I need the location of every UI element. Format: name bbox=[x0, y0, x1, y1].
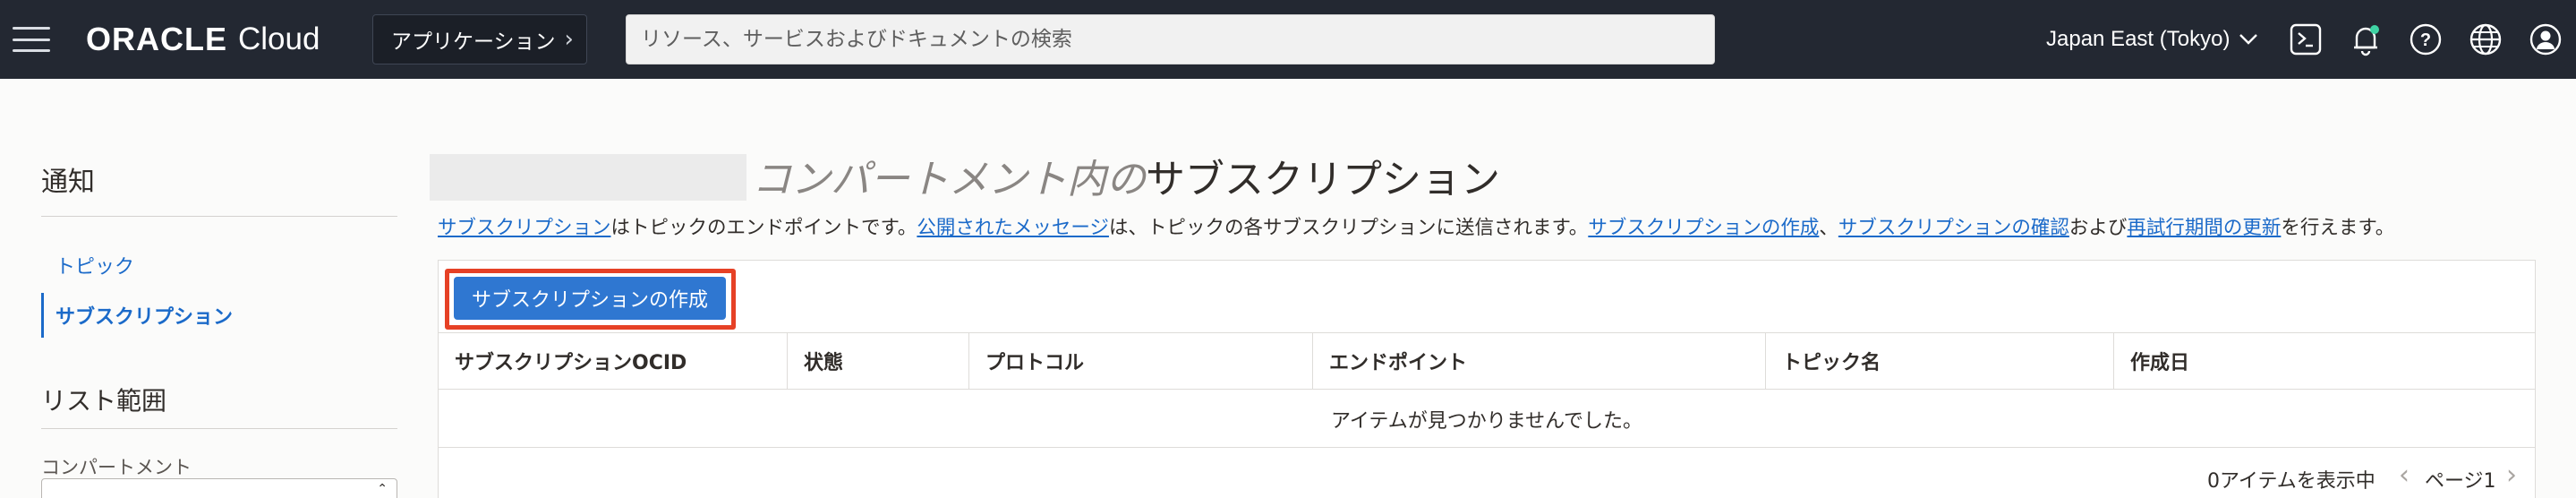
item-count: 0アイテムを表示中 bbox=[2207, 470, 2376, 493]
column-header-ocid[interactable]: サブスクリプションOCID bbox=[439, 333, 788, 389]
page-title-prefix: コンパートメント内の bbox=[752, 157, 1146, 202]
sidebar-title: 通知 bbox=[41, 167, 95, 198]
page-title: コンパートメント内のサブスクリプション bbox=[752, 147, 1500, 204]
region-label: Japan East (Tokyo) bbox=[2046, 27, 2231, 51]
applications-button[interactable]: アプリケーション › bbox=[372, 14, 587, 64]
published-messages-link[interactable]: 公開されたメッセージ bbox=[917, 217, 1109, 239]
globe-icon[interactable] bbox=[2468, 21, 2503, 57]
sidebar-item-label: サブスクリプション bbox=[55, 306, 234, 329]
applications-label: アプリケーション bbox=[391, 30, 556, 54]
description-text: および bbox=[2068, 217, 2128, 239]
subscriptions-link[interactable]: サブスクリプション bbox=[438, 217, 611, 239]
chevron-right-icon[interactable]: › bbox=[2506, 462, 2517, 489]
sidebar-item-subscriptions[interactable]: サブスクリプション bbox=[41, 293, 310, 338]
confirm-subscription-link[interactable]: サブスクリプションの確認 bbox=[1838, 217, 2069, 239]
column-header-state[interactable]: 状態 bbox=[788, 333, 969, 389]
chevron-left-icon[interactable]: ‹ bbox=[2399, 462, 2410, 489]
update-retry-period-link[interactable]: 再試行期間の更新 bbox=[2127, 217, 2281, 239]
cloud-shell-icon[interactable] bbox=[2288, 21, 2324, 57]
column-header-endpoint[interactable]: エンドポイント bbox=[1313, 333, 1766, 389]
description-text: 、 bbox=[1819, 217, 1838, 239]
description-text: を行えます。 bbox=[2281, 217, 2395, 239]
svg-text:?: ? bbox=[2420, 30, 2431, 50]
top-header: ORACLE Cloud アプリケーション › Japan East (Toky… bbox=[0, 0, 2576, 79]
page-description: サブスクリプションはトピックのエンドポイントです。公開されたメッセージは、トピッ… bbox=[438, 212, 2394, 240]
compartment-select[interactable]: ⌃ ⌄ bbox=[41, 478, 397, 498]
bell-icon[interactable] bbox=[2348, 21, 2384, 57]
page-title-main: サブスクリプション bbox=[1146, 157, 1500, 202]
compartment-label: コンパートメント bbox=[41, 457, 192, 478]
region-selector[interactable]: Japan East (Tokyo) bbox=[2046, 20, 2258, 59]
divider bbox=[41, 216, 397, 217]
select-arrows-icon: ⌃ ⌄ bbox=[377, 482, 388, 498]
column-header-protocol[interactable]: プロトコル bbox=[969, 333, 1313, 389]
column-header-created[interactable]: 作成日 bbox=[2114, 333, 2535, 389]
brand-name: ORACLE bbox=[86, 21, 227, 57]
table-empty-row: アイテムが見つかりませんでした。 bbox=[439, 391, 2535, 448]
column-header-topic-name[interactable]: トピック名 bbox=[1766, 333, 2114, 389]
oracle-cloud-logo[interactable]: ORACLE Cloud bbox=[86, 20, 320, 59]
description-text: は、トピックの各サブスクリプションに送信されます。 bbox=[1108, 217, 1589, 239]
page-label: ページ1 bbox=[2425, 470, 2496, 493]
empty-message: アイテムが見つかりませんでした。 bbox=[1330, 409, 1643, 433]
search-input[interactable] bbox=[626, 14, 1715, 64]
description-text: はトピックのエンドポイントです。 bbox=[610, 217, 917, 239]
user-icon[interactable] bbox=[2528, 21, 2563, 57]
product-name: Cloud bbox=[238, 21, 320, 56]
chevron-down-icon bbox=[2239, 34, 2258, 45]
redacted-compartment-name bbox=[430, 154, 746, 201]
list-scope-title: リスト範囲 bbox=[41, 386, 167, 416]
create-subscription-link[interactable]: サブスクリプションの作成 bbox=[1588, 217, 1819, 239]
table-header: サブスクリプションOCID 状態 プロトコル エンドポイント トピック名 作成日 bbox=[439, 332, 2535, 390]
sidebar-item-topics[interactable]: トピック bbox=[55, 251, 134, 279]
menu-icon[interactable] bbox=[13, 27, 50, 52]
divider bbox=[41, 428, 397, 429]
chevron-right-icon: › bbox=[564, 26, 574, 53]
create-subscription-button[interactable]: サブスクリプションの作成 bbox=[454, 277, 726, 320]
help-icon[interactable]: ? bbox=[2408, 21, 2444, 57]
